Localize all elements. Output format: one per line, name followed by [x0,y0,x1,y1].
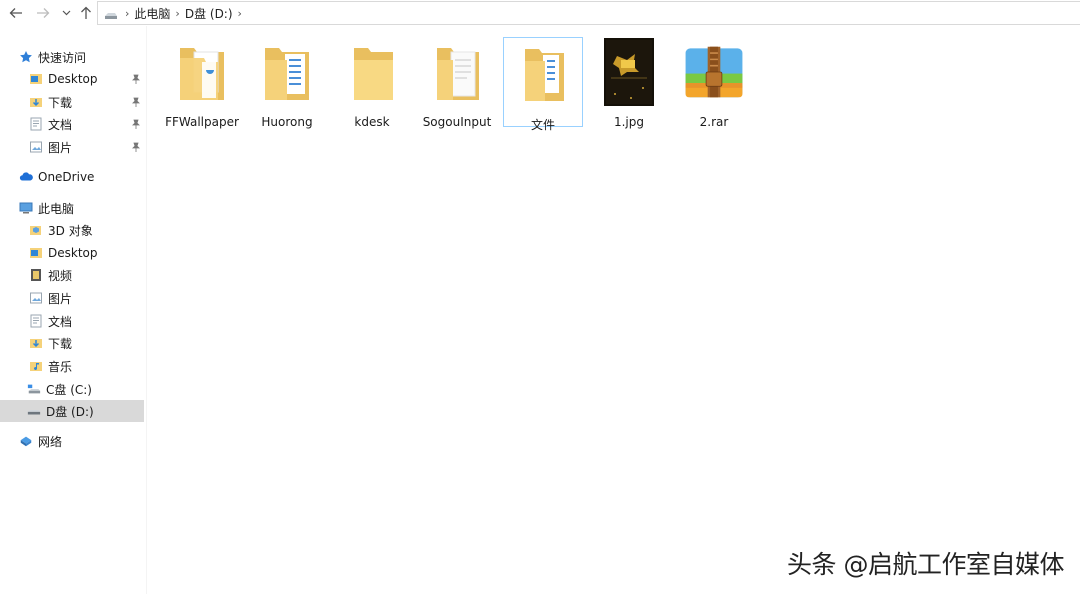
file-item-huorong[interactable]: Huorong [248,37,326,129]
sidebar-item-music[interactable]: 音乐 [29,355,144,377]
sidebar-item-pictures[interactable]: 图片 [29,136,144,158]
file-name: 文件 [530,118,555,132]
sidebar-item-label: 此电脑 [38,201,75,216]
pin-icon[interactable] [130,141,142,153]
recent-locations-button[interactable] [60,5,72,21]
sidebar-item-desktop[interactable]: Desktop [29,68,144,90]
sidebar-item-label: 快速访问 [38,50,87,65]
up-button[interactable] [78,5,94,21]
sidebar-item-d-drive[interactable]: D盘 (D:) [0,400,144,422]
file-item-kdesk[interactable]: kdesk [333,37,411,129]
sidebar-item-label: D盘 (D:) [46,404,94,419]
sidebar-item-documents-pc[interactable]: 文档 [29,310,144,332]
downloads-folder-icon [29,336,43,350]
sidebar-item-label: 视频 [48,268,73,283]
folder-icon [257,40,317,106]
documents-folder-icon [29,314,43,328]
file-name: 2.rar [699,115,729,129]
pin-icon[interactable] [130,118,142,130]
archive-icon [684,40,744,106]
navigation-pane: 快速访问 Desktop 下载 文档 图片 OneDrive 此电脑 3D 对象… [0,38,146,594]
file-name: 1.jpg [613,115,645,129]
file-name: Huorong [261,115,313,129]
computer-icon [19,201,33,215]
music-folder-icon [29,359,43,373]
sidebar-item-label: 文档 [48,314,73,329]
sidebar-item-label: Desktop [48,72,98,86]
breadcrumb-separator[interactable]: › [238,7,242,20]
drive-icon [104,9,118,19]
back-arrow-icon [9,8,22,18]
file-name: SogouInput [422,115,492,129]
folder-icon [513,41,573,107]
file-item-ffwallpaper[interactable]: FFWallpaper [163,37,241,129]
sidebar-item-downloads[interactable]: 下载 [29,91,144,113]
file-item-wenjian[interactable]: 文件 [503,37,583,132]
sidebar-item-label: OneDrive [38,170,95,184]
sidebar-item-label: Desktop [48,246,98,260]
folder-icon [342,40,402,106]
sidebar-item-label: 图片 [48,140,73,155]
sidebar-item-label: 音乐 [48,359,73,374]
sidebar-item-documents[interactable]: 文档 [29,113,144,135]
sidebar-item-label: 3D 对象 [48,223,93,238]
sidebar-item-label: C盘 (C:) [46,382,92,397]
folder-icon [172,40,232,106]
system-drive-icon [27,382,41,396]
sidebar-item-label: 下载 [48,95,73,110]
sidebar-item-label: 文档 [48,117,73,132]
sidebar-item-onedrive[interactable]: OneDrive [19,166,144,188]
sidebar-item-pictures-pc[interactable]: 图片 [29,287,144,309]
sidebar-item-downloads-pc[interactable]: 下载 [29,332,144,354]
pane-divider[interactable] [146,26,147,594]
up-arrow-icon [81,6,91,19]
forward-arrow-icon [37,8,50,18]
sidebar-item-label: 图片 [48,291,73,306]
address-bar[interactable]: › 此电脑 › D盘 (D:) › [97,1,1080,25]
breadcrumb-this-pc[interactable]: 此电脑 [134,5,170,22]
sidebar-item-quick-access[interactable]: 快速访问 [19,46,144,68]
sidebar-item-label: 网络 [38,434,63,449]
sidebar-item-this-pc[interactable]: 此电脑 [19,197,144,219]
sidebar-item-videos[interactable]: 视频 [29,264,144,286]
pictures-folder-icon [29,291,43,305]
pin-icon[interactable] [130,73,142,85]
navigation-bar: › 此电脑 › D盘 (D:) › [0,0,1080,26]
documents-folder-icon [29,117,43,131]
pin-icon[interactable] [130,96,142,108]
videos-folder-icon [29,268,43,282]
pictures-folder-icon [29,140,43,154]
file-name: kdesk [354,115,390,129]
sidebar-item-desktop-pc[interactable]: Desktop [29,242,144,264]
breadcrumb-separator[interactable]: › [175,7,179,20]
star-icon [19,50,33,64]
folder-icon [427,40,487,106]
file-item-1-jpg[interactable]: 1.jpg [590,37,668,129]
sidebar-item-3d-objects[interactable]: 3D 对象 [29,219,144,241]
3d-objects-folder-icon [29,223,43,237]
cloud-icon [19,170,33,184]
breadcrumb-separator[interactable]: › [125,7,129,20]
sidebar-item-label: 下载 [48,336,73,351]
file-item-sogouinput[interactable]: SogouInput [418,37,496,129]
desktop-folder-icon [29,246,43,260]
file-item-2-rar[interactable]: 2.rar [675,37,753,129]
network-icon [19,434,33,448]
sidebar-item-network[interactable]: 网络 [19,430,144,452]
breadcrumb-d-drive[interactable]: D盘 (D:) [185,5,233,22]
watermark: 头条 @启航工作室自媒体 [787,550,1064,579]
image-thumbnail [599,38,659,106]
chevron-down-icon [62,10,70,16]
breadcrumb: › 此电脑 › D盘 (D:) › [104,5,247,22]
downloads-folder-icon [29,95,43,109]
drive-icon [27,404,41,418]
sidebar-item-c-drive[interactable]: C盘 (C:) [27,378,144,400]
desktop-folder-icon [29,72,43,86]
back-button[interactable] [8,5,24,21]
forward-button[interactable] [35,5,51,21]
file-name: FFWallpaper [165,115,239,129]
